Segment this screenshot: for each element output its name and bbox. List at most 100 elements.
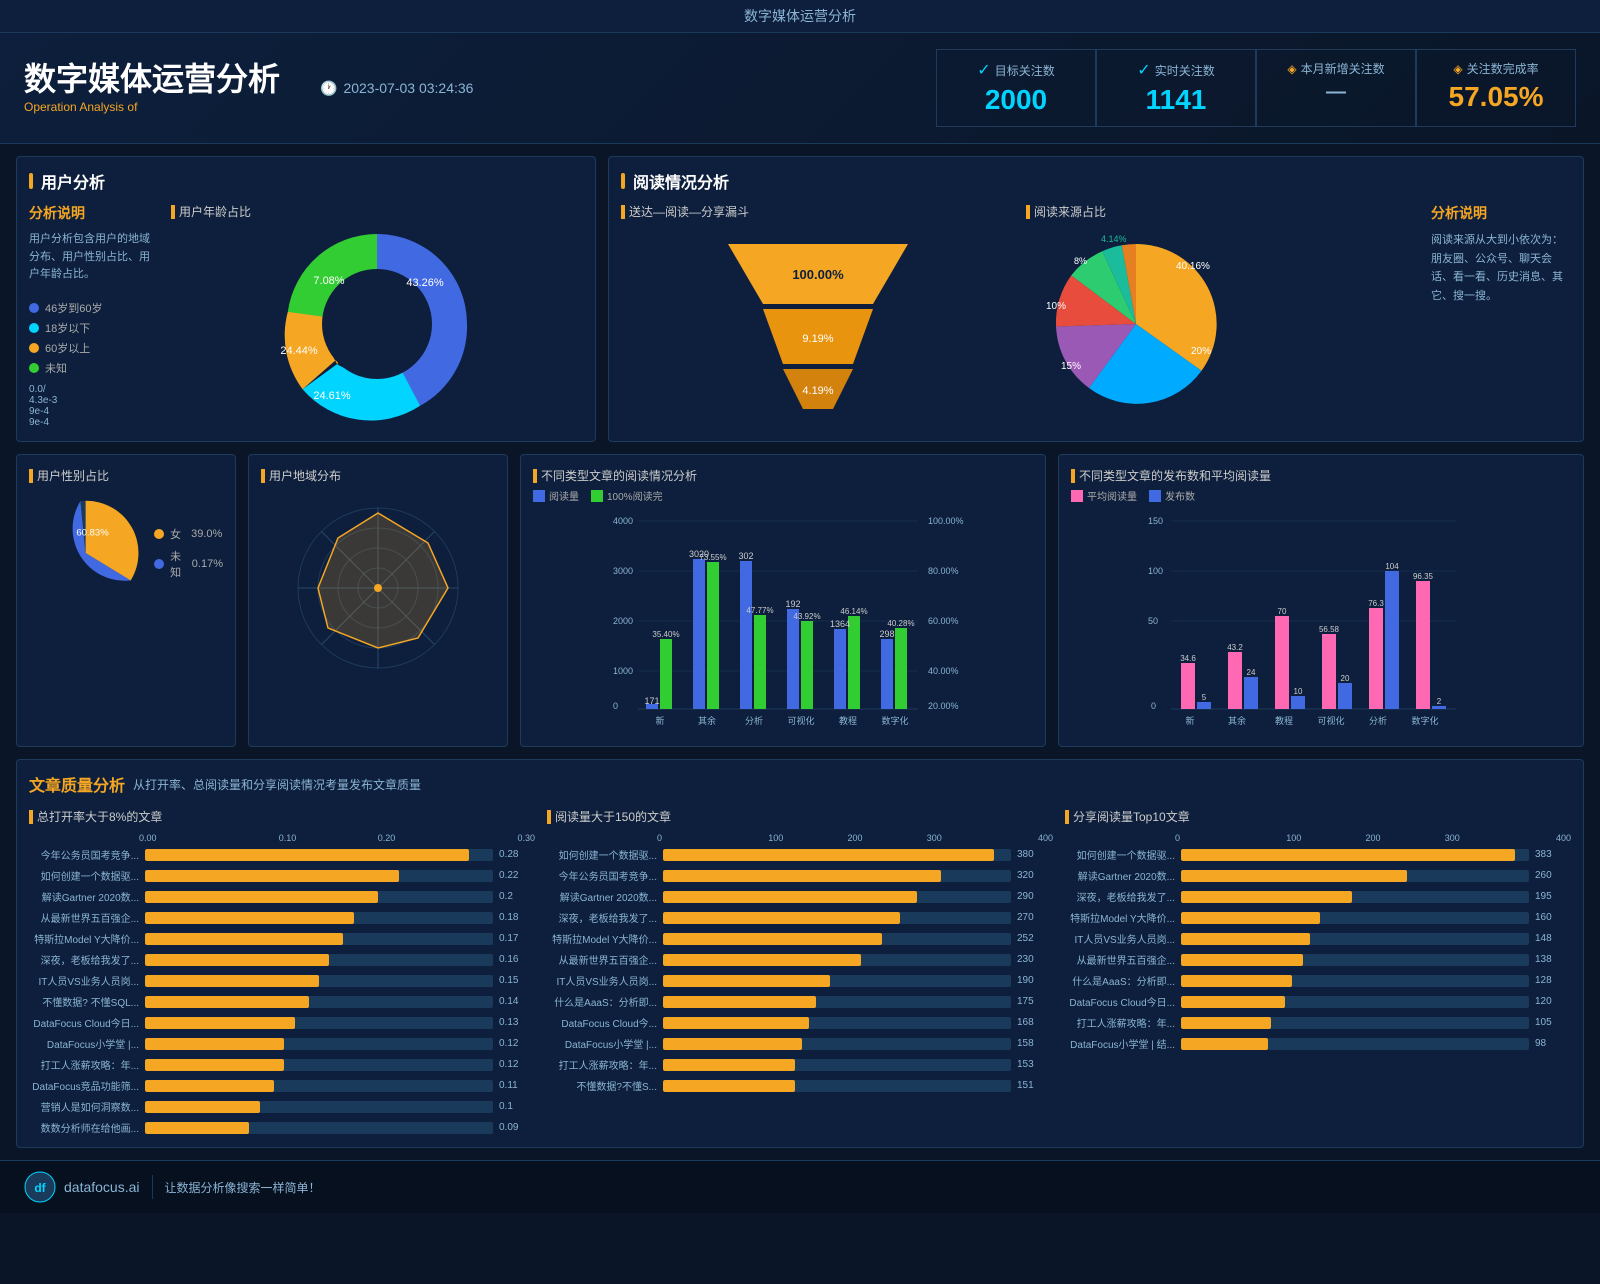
- list-item: 打工人涨薪攻略：年... 105: [1065, 1015, 1571, 1030]
- pub-x-3: 教程: [1275, 715, 1293, 726]
- stat-label-1: 目标关注数: [995, 62, 1055, 79]
- stat-target-followers: ✓ 目标关注数 2000: [936, 49, 1096, 127]
- bar-value: 0.15: [499, 975, 535, 986]
- article-name: 数数分析师在给他画...: [29, 1120, 139, 1135]
- legend-label-4: 未知: [45, 360, 67, 376]
- stack-icon-1: ◈: [1287, 62, 1296, 76]
- legend-item-1: 46岁到60岁: [29, 300, 159, 316]
- bar-read-5: [834, 629, 846, 709]
- bar-track: [145, 1080, 493, 1092]
- bar-track: [145, 1017, 493, 1029]
- bar-value: 0.12: [499, 1038, 535, 1049]
- legend-item-2: 18岁以下: [29, 320, 159, 336]
- bar-value: 0.16: [499, 954, 535, 965]
- bar-fill: [145, 1038, 284, 1050]
- bar-fill: [663, 975, 830, 987]
- bar-value: 0.14: [499, 996, 535, 1007]
- list-item: 打工人涨薪攻略：年... 153: [547, 1057, 1053, 1072]
- bar-value: 0.1: [499, 1101, 535, 1112]
- bar-full-5: [848, 616, 860, 709]
- bar-track: [663, 933, 1011, 945]
- page-title: 数字媒体运营分析: [24, 62, 280, 97]
- stat-value-3: —: [1287, 81, 1385, 104]
- datetime-value: 2023-07-03 03:24:36: [343, 80, 473, 96]
- pub-y-50: 50: [1148, 616, 1158, 626]
- y-right-40: 40.00%: [928, 666, 959, 676]
- footer-divider: [152, 1175, 153, 1199]
- article-name: 打工人涨薪攻略：年...: [1065, 1015, 1175, 1030]
- header-stats: ✓ 目标关注数 2000 ✓ 实时关注数 1141 ◈ 本月新增关注数 — ◈ …: [936, 49, 1576, 127]
- x-label-5: 教程: [839, 715, 857, 726]
- note-text: 用户分析包含用户的地域分布、用户性别占比、用户年龄占比。: [29, 231, 159, 284]
- bar-read-4: [787, 609, 799, 709]
- bar-value: 380: [1017, 849, 1053, 860]
- stat-label-3: 本月新增关注数: [1301, 60, 1385, 77]
- reading-analysis-section: 阅读情况分析 送达—阅读—分享漏斗 100.00%: [608, 156, 1584, 442]
- pie-text-3: 15%: [1061, 361, 1081, 372]
- list-item: 营销人是如何洞察数... 0.1: [29, 1099, 535, 1114]
- funnel-pct-2: 9.19%: [802, 333, 833, 345]
- list-item: 深夜，老板给我发了... 0.16: [29, 952, 535, 967]
- age-chart-label: 用户年龄占比: [171, 203, 251, 220]
- pub-x-2: 其余: [1228, 715, 1246, 726]
- reading-section-title: 阅读情况分析: [621, 169, 1571, 193]
- article-name: 特斯拉Model Y大降价...: [29, 931, 139, 946]
- pub-avg-val-6: 96.35: [1413, 572, 1434, 581]
- bar-value: 153: [1017, 1059, 1053, 1070]
- list-item: 特斯拉Model Y大降价... 160: [1065, 910, 1571, 925]
- radar-center: [374, 584, 382, 592]
- article-read-section: 不同类型文章的阅读情况分析 阅读量 100%阅读完 4000 3000 2000…: [520, 454, 1046, 747]
- donut-label-4: 7.08%: [313, 275, 344, 287]
- bar-track: [1181, 1017, 1529, 1029]
- list-item: 什么是AaaS：分析即... 175: [547, 994, 1053, 1009]
- bar-track: [145, 870, 493, 882]
- pub-avg-val-4: 56.58: [1319, 625, 1340, 634]
- pub-avg-1: [1181, 663, 1195, 709]
- pub-y-0: 0: [1151, 701, 1156, 711]
- bar-value: 270: [1017, 912, 1053, 923]
- bottom-charts-row: 总打开率大于8%的文章 0.00 0.10 0.20 0.30 今年公务员国考竞…: [29, 808, 1571, 1135]
- article-name: DataFocus Cloud今日...: [1065, 994, 1175, 1009]
- check-icon-2: ✓: [1137, 60, 1150, 80]
- legend-read-qty-icon: [533, 490, 545, 502]
- x-label-4: 可视化: [787, 715, 814, 726]
- list-item: 如何创建一个数据驱... 0.22: [29, 868, 535, 883]
- legend-label-1: 46岁到60岁: [45, 300, 102, 316]
- article-name: DataFocus竞品功能筛...: [29, 1078, 139, 1093]
- bar-track: [663, 1038, 1011, 1050]
- article-name: IT人员VS业务人员岗...: [547, 973, 657, 988]
- article-name: 特斯拉Model Y大降价...: [547, 931, 657, 946]
- bar-track: [663, 1080, 1011, 1092]
- bar-pct-5: 46.14%: [840, 607, 867, 616]
- reading-pie-svg: 40.16% 20% 15% 10% 8% 4.14%: [1026, 224, 1286, 424]
- article-name: DataFocus小学堂 |...: [29, 1036, 139, 1051]
- legend-full-read: 100%阅读完: [591, 488, 663, 503]
- bar-value: 98: [1535, 1038, 1571, 1049]
- pub-y-150: 150: [1148, 516, 1163, 526]
- pub-avg-2: [1228, 652, 1242, 709]
- pub-cnt-5: [1385, 571, 1399, 709]
- gender-section: 用户性别占比 60.83% 女: [16, 454, 236, 747]
- gender-dot-female: [154, 529, 164, 539]
- bar-value: 138: [1535, 954, 1571, 965]
- gender-label-female: 女: [170, 526, 181, 542]
- pie-label-title: 阅读来源占比: [1026, 203, 1419, 220]
- legend-pub-label: 发布数: [1165, 488, 1195, 503]
- pub-avg-3: [1275, 616, 1289, 709]
- bar-fill: [145, 933, 343, 945]
- stat-new-followers: ◈ 本月新增关注数 —: [1256, 49, 1416, 127]
- gender-val-female: 39.0%: [191, 528, 222, 540]
- reading-analysis-note: 分析说明 阅读来源从大到小依次为：朋友圈、公众号、聊天会话、看一看、历史消息、其…: [1431, 203, 1571, 429]
- bar-fill: [145, 1080, 274, 1092]
- legend-label-2: 18岁以下: [45, 320, 90, 336]
- bar-track: [1181, 1038, 1529, 1050]
- article-name: 今年公务员国考竞争...: [29, 847, 139, 862]
- bar-value: 0.17: [499, 933, 535, 944]
- bar-track: [663, 975, 1011, 987]
- check-icon-1: ✓: [977, 60, 990, 80]
- bar-read-6: [881, 639, 893, 709]
- bar-value: 175: [1017, 996, 1053, 1007]
- bar-fill: [663, 1017, 809, 1029]
- col-open-rate: 总打开率大于8%的文章 0.00 0.10 0.20 0.30 今年公务员国考竞…: [29, 808, 535, 1135]
- bar-value: 0.13: [499, 1017, 535, 1028]
